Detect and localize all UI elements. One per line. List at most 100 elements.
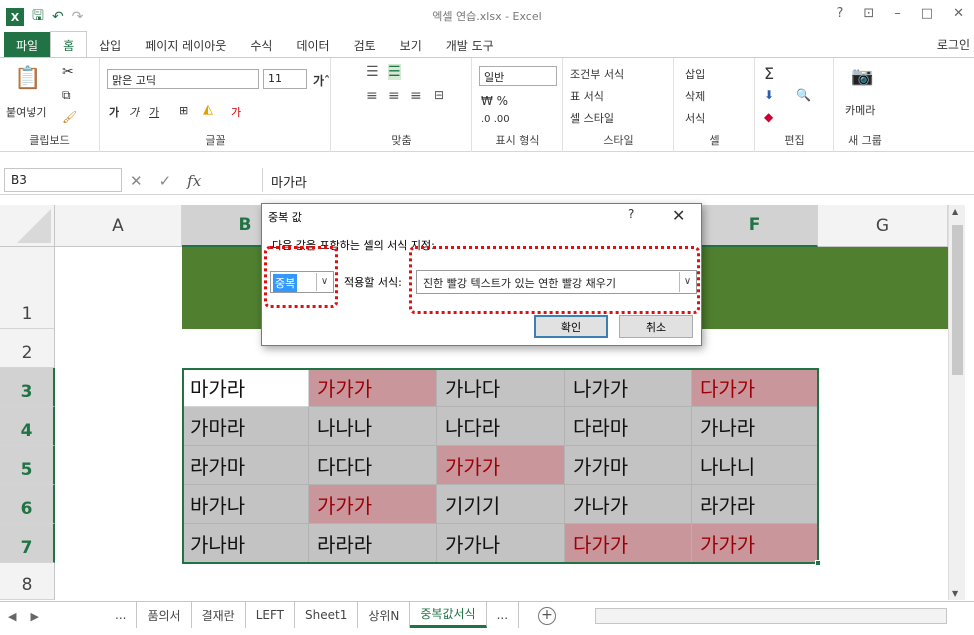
tab-developer[interactable]: 개발 도구	[434, 32, 506, 58]
cell-styles-button[interactable]: 셀 스타일	[570, 110, 614, 126]
border-icon[interactable]: ⊞	[179, 104, 188, 117]
fill-color-icon[interactable]: ◭	[203, 102, 213, 117]
italic-icon[interactable]: 가	[129, 104, 139, 120]
row-header-8[interactable]: 8	[0, 563, 55, 600]
vertical-scrollbar[interactable]: ▲ ▼	[948, 205, 965, 600]
horizontal-scrollbar[interactable]	[595, 608, 947, 624]
enter-formula-icon[interactable]: ✓	[159, 172, 172, 190]
tab-view[interactable]: 보기	[388, 32, 434, 58]
grow-font-icon[interactable]: 가ˆ	[313, 72, 330, 89]
table-cell[interactable]: 라라라	[309, 524, 437, 563]
table-cell[interactable]: 가마라	[182, 407, 309, 446]
autosum-icon[interactable]: Σ	[764, 64, 774, 83]
maximize-icon[interactable]: □	[921, 6, 933, 21]
format-cells-button[interactable]: 서식	[685, 110, 705, 126]
login-link[interactable]: 로그인	[937, 36, 970, 53]
tab-home[interactable]: 홈	[50, 31, 88, 58]
table-cell[interactable]: 가나바	[182, 524, 309, 563]
table-cell[interactable]: 가나라	[692, 407, 818, 446]
scroll-down-icon[interactable]: ▼	[952, 589, 958, 598]
table-cell[interactable]: 라가라	[692, 485, 818, 524]
name-box[interactable]: B3	[4, 168, 122, 192]
table-cell[interactable]: 라가마	[182, 446, 309, 485]
duplicate-type-select[interactable]: 중복 ∨	[270, 271, 334, 293]
table-cell[interactable]: 가가가	[309, 485, 437, 524]
ribbon-display-icon[interactable]: ⊡	[863, 6, 874, 21]
merge-icon[interactable]: ⊟	[434, 88, 444, 102]
fill-handle[interactable]	[815, 560, 821, 566]
chevron-down-icon[interactable]: ∨	[679, 272, 695, 292]
close-icon[interactable]: ✕	[953, 6, 964, 21]
table-cell[interactable]: 가가가	[309, 368, 437, 407]
column-header-a[interactable]: A	[55, 205, 182, 247]
delete-cells-button[interactable]: 삭제	[685, 88, 705, 104]
scroll-thumb[interactable]	[952, 225, 963, 375]
prev-sheet-icon[interactable]: ◀	[8, 610, 16, 623]
sheet-tab[interactable]: 중복값서식	[410, 602, 487, 628]
next-sheet-icon[interactable]: ▶	[30, 610, 38, 623]
font-color-icon[interactable]: 가	[231, 104, 241, 120]
sheet-tab[interactable]: ...	[105, 602, 138, 628]
table-cell[interactable]: 다라마	[565, 407, 692, 446]
sheet-tab[interactable]: 품의서	[137, 602, 192, 628]
dialog-close-icon[interactable]: ✕	[672, 206, 685, 225]
bold-icon[interactable]: 가	[109, 104, 119, 120]
table-cell[interactable]: 바가나	[182, 485, 309, 524]
row-header-6[interactable]: 6	[0, 485, 55, 524]
paste-icon[interactable]: 📋	[14, 66, 41, 91]
paste-button[interactable]: 붙여넣기	[6, 104, 46, 120]
find-icon[interactable]: 🔍	[796, 88, 811, 102]
sheet-tab[interactable]: 상위N	[358, 602, 411, 628]
cut-icon[interactable]: ✂	[62, 64, 74, 80]
table-cell[interactable]: 나나니	[692, 446, 818, 485]
copy-icon[interactable]: ⧉	[62, 88, 71, 103]
row-header-2[interactable]: 2	[0, 329, 55, 368]
select-all-button[interactable]	[0, 205, 55, 247]
row-header-5[interactable]: 5	[0, 446, 55, 485]
table-cell[interactable]: 가가나	[437, 524, 565, 563]
row-header-1[interactable]: 1	[0, 247, 55, 329]
table-cell[interactable]: 다다다	[309, 446, 437, 485]
table-cell[interactable]: 가나가	[565, 485, 692, 524]
insert-cells-button[interactable]: 삽입	[685, 66, 705, 82]
sheet-tab[interactable]: LEFT	[246, 602, 295, 628]
camera-button[interactable]: 카메라	[845, 102, 875, 118]
table-cell[interactable]: 나나나	[309, 407, 437, 446]
row-header-4[interactable]: 4	[0, 407, 55, 446]
align-top-icon[interactable]: ☰	[366, 64, 379, 80]
table-cell[interactable]: 기기기	[437, 485, 565, 524]
table-cell[interactable]: 가가가	[437, 446, 565, 485]
sheet-tab[interactable]: ...	[487, 602, 520, 628]
sheet-tab[interactable]: 결재란	[192, 602, 246, 628]
sheet-tab[interactable]: Sheet1	[295, 602, 359, 628]
tab-page-layout[interactable]: 페이지 레이아웃	[133, 32, 238, 58]
align-right-icon[interactable]: ≡	[410, 88, 422, 104]
tab-data[interactable]: 데이터	[284, 32, 341, 58]
table-cell[interactable]: 가나다	[437, 368, 565, 407]
currency-icon[interactable]: ₩ %	[481, 94, 508, 108]
insert-function-icon[interactable]: fx	[187, 172, 201, 190]
font-name-select[interactable]: 맑은 고딕	[107, 69, 259, 89]
conditional-format-button[interactable]: 조건부 서식	[570, 66, 624, 82]
align-center-icon[interactable]: ≡	[388, 88, 400, 104]
table-cell[interactable]: 다가가	[565, 524, 692, 563]
decimal-icon[interactable]: .0 .00	[481, 114, 510, 125]
camera-icon[interactable]: 📷	[851, 66, 873, 87]
format-style-select[interactable]: 진한 빨강 텍스트가 있는 연한 빨강 채우기 ∨	[416, 270, 697, 294]
table-cell[interactable]: 가가가	[692, 524, 818, 563]
column-header-g[interactable]: G	[818, 205, 948, 247]
column-header-f[interactable]: F	[692, 205, 818, 247]
table-cell[interactable]: 다가가	[692, 368, 818, 407]
format-painter-icon[interactable]: 🖌	[62, 110, 77, 124]
align-left-icon[interactable]: ≡	[366, 88, 378, 104]
clear-icon[interactable]: ◆	[764, 110, 773, 124]
tab-formulas[interactable]: 수식	[238, 32, 284, 58]
ok-button[interactable]: 확인	[534, 315, 608, 338]
table-cell[interactable]: 가가마	[565, 446, 692, 485]
minimize-icon[interactable]: –	[894, 6, 901, 21]
row-header-7[interactable]: 7	[0, 524, 55, 563]
table-cell[interactable]: 마가라	[182, 368, 309, 407]
table-cell[interactable]: 나다라	[437, 407, 565, 446]
number-format-select[interactable]: 일반	[479, 66, 557, 86]
cancel-formula-icon[interactable]: ✕	[130, 172, 143, 190]
